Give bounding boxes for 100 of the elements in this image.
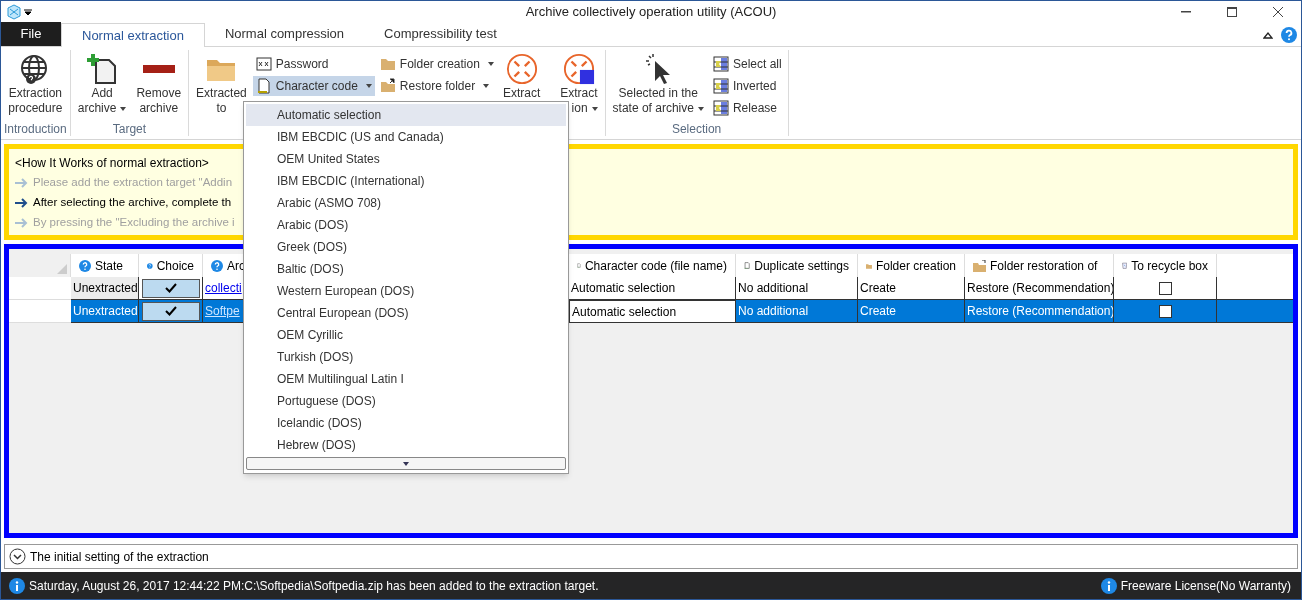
settings-expander[interactable]: The initial setting of the extraction	[4, 544, 1298, 569]
group-label: Target	[112, 122, 147, 136]
table-cell: Restore (Recommendation)	[965, 300, 1114, 323]
dropdown-option[interactable]: Automatic selection	[246, 104, 566, 126]
group-label: Selection	[671, 122, 722, 136]
folder-arrow-icon	[973, 259, 986, 272]
dropdown-option[interactable]: Baltic (DOS)	[246, 258, 566, 280]
recycle-bin-icon	[1122, 259, 1128, 272]
arrow-icon	[15, 198, 29, 208]
guide-title: <How It Works of normal extraction>	[15, 155, 209, 172]
choice-checkbox[interactable]	[139, 277, 203, 300]
license-text: Freeware License(No Warranty)	[1120, 577, 1291, 595]
info-icon	[1100, 577, 1117, 594]
app-icon	[6, 4, 22, 20]
expander-label: The initial setting of the extraction	[30, 548, 209, 566]
choice-checkbox[interactable]	[139, 300, 203, 323]
collapse-ribbon-icon[interactable]	[1263, 30, 1273, 39]
ribbon-button[interactable]: Password	[252, 54, 375, 74]
column-header[interactable]: To recycle box	[1114, 254, 1217, 277]
table-cell: Create	[858, 300, 965, 323]
ribbon-tab[interactable]: Normal compression	[204, 22, 365, 46]
arrows-out-icon	[505, 53, 538, 85]
document-icon	[255, 78, 272, 94]
help-icon	[211, 259, 223, 272]
help-icon[interactable]	[1281, 26, 1297, 43]
close-icon	[1273, 7, 1283, 17]
folder-icon	[379, 56, 396, 72]
table-cell: Restore (Recommendation)	[965, 277, 1114, 300]
help-icon	[79, 259, 91, 272]
guide-step: By pressing the "Excluding the archive i	[33, 214, 235, 232]
ribbon-button[interactable]: Extraction procedure	[4, 50, 67, 116]
table-cell[interactable]: Automatic selection	[569, 300, 736, 323]
ribbon-tab[interactable]: Normal extraction	[61, 23, 205, 47]
status-message: Saturday, August 26, 2017 12:44:22 PM:C:\Softpedia\Softpedia.zip has been added to the extraction target.	[29, 577, 599, 595]
table-cell[interactable]: Automatic selection	[569, 277, 736, 300]
dropdown-option[interactable]: Arabic (ASMO 708)	[246, 192, 566, 214]
minimize-icon	[1181, 11, 1191, 13]
ribbon-button[interactable]: Folder creation	[376, 54, 497, 74]
recycle-checkbox[interactable]	[1158, 304, 1172, 318]
checkmark-icon	[164, 306, 177, 316]
dropdown-option[interactable]: OEM Multilingual Latin I	[246, 368, 566, 390]
maximize-icon	[1227, 7, 1237, 17]
guide-step: After selecting the archive, complete th	[33, 194, 232, 212]
caret-icon	[697, 106, 704, 111]
expand-icon	[9, 548, 26, 565]
table-cell: No additional	[736, 277, 858, 300]
recycle-checkbox[interactable]	[1158, 281, 1172, 295]
grid-icon	[712, 56, 729, 72]
column-header[interactable]: Folder creation	[858, 254, 965, 277]
table-cell: No additional	[736, 300, 858, 323]
guide-step: Please add the extraction target "Addin	[33, 174, 233, 192]
table-cell: Create	[858, 277, 965, 300]
dropdown-option[interactable]: Portuguese (DOS)	[246, 390, 566, 412]
password-icon	[255, 56, 272, 72]
dropdown-option[interactable]: Arabic (DOS)	[246, 214, 566, 236]
column-header[interactable]: Character code (file name)	[569, 254, 736, 277]
dropdown-option[interactable]: Greek (DOS)	[246, 236, 566, 258]
cursor-icon	[645, 54, 672, 84]
add-document-icon	[86, 53, 119, 85]
ribbon-button[interactable]: Remove archive	[132, 50, 186, 116]
column-header[interactable]: Duplicate settings	[736, 254, 858, 277]
ribbon-button[interactable]: Release	[709, 98, 785, 118]
caret-icon	[487, 62, 494, 66]
dropdown-option[interactable]: Turkish (DOS)	[246, 346, 566, 368]
dropdown-option[interactable]: IBM EBCDIC (US and Canada)	[246, 126, 566, 148]
ribbon-button[interactable]: Select all	[709, 54, 785, 74]
caret-icon	[365, 84, 372, 88]
column-header[interactable]: State	[71, 254, 139, 277]
info-icon	[9, 577, 25, 594]
ribbon-button[interactable]: Inverted	[709, 76, 785, 96]
grid-icon	[712, 78, 729, 94]
grid-icon	[712, 100, 729, 116]
file-menu[interactable]: File	[1, 22, 61, 46]
quick-access-caret-icon[interactable]	[24, 8, 32, 16]
ribbon-button[interactable]: Restore folder	[376, 76, 497, 96]
dropdown-option[interactable]: OEM United States	[246, 148, 566, 170]
archive-link[interactable]: collecti	[205, 279, 242, 297]
dropdown-option[interactable]: Hebrew (DOS)	[246, 434, 566, 456]
ribbon-button[interactable]: Extract	[498, 50, 545, 101]
window-title: Archive collectively operation utility (ACOU)	[525, 3, 777, 22]
ribbon-button[interactable]: Character code	[252, 76, 375, 96]
column-header[interactable]: Choice	[139, 254, 203, 277]
archive-link[interactable]: Softpe	[205, 302, 240, 320]
dropdown-option[interactable]: Icelandic (DOS)	[246, 412, 566, 434]
caret-icon	[591, 106, 598, 111]
minus-icon	[142, 65, 175, 73]
dropdown-option[interactable]: Central European (DOS)	[246, 302, 566, 324]
caret-icon	[120, 106, 127, 111]
group-label: Introduction	[4, 122, 67, 136]
dropdown-option[interactable]: Western European (DOS)	[246, 280, 566, 302]
column-header[interactable]: Folder restoration of	[965, 254, 1114, 277]
table-cell: Unextracted	[71, 277, 139, 300]
caret-icon	[483, 84, 490, 88]
dropdown-option[interactable]: OEM Cyrillic	[246, 324, 566, 346]
ribbon-button[interactable]: Selected in the state of archive	[608, 50, 708, 116]
arrow-icon	[15, 178, 29, 188]
dropdown-option[interactable]: IBM EBCDIC (International)	[246, 170, 566, 192]
scroll-down-button[interactable]	[246, 457, 566, 470]
ribbon-button[interactable]: Add archive	[73, 50, 131, 116]
ribbon-tab[interactable]: Compressibility test	[364, 22, 517, 46]
